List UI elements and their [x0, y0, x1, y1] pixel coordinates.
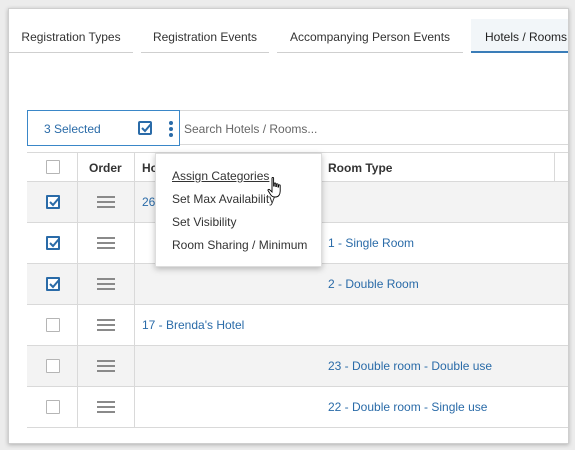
table-row[interactable]: 2 - Double Room 2: [27, 264, 568, 305]
room-type-link[interactable]: 23 - Double room - Double use: [328, 359, 492, 373]
drag-handle-icon[interactable]: [97, 237, 115, 251]
actions-menu: Assign Categories Set Max Availability S…: [155, 153, 322, 267]
row-checkbox[interactable]: [46, 359, 60, 373]
header-room-type: Room Type: [328, 161, 393, 175]
menu-item-set-visibility[interactable]: Set Visibility: [156, 214, 321, 237]
select-all-checkbox[interactable]: [138, 121, 152, 135]
tab-registration-types[interactable]: Registration Types: [9, 19, 133, 53]
selection-box[interactable]: 3 Selected: [27, 110, 180, 146]
tab-bar: Registration Types Registration Events A…: [9, 19, 568, 53]
drag-handle-icon[interactable]: [97, 196, 115, 210]
row-checkbox[interactable]: [46, 277, 60, 291]
drag-handle-icon[interactable]: [97, 278, 115, 292]
tab-label: Registration Types: [21, 30, 121, 44]
drag-handle-icon[interactable]: [97, 319, 115, 333]
menu-item-room-sharing-minimum[interactable]: Room Sharing / Minimum: [156, 237, 321, 260]
more-actions-icon[interactable]: [168, 121, 174, 137]
table-row[interactable]: 22 - Double room - Single use 2: [27, 387, 568, 428]
window: Registration Types Registration Events A…: [8, 8, 569, 444]
selected-count: 3 Selected: [44, 122, 101, 136]
hotel-link[interactable]: 17 - Brenda's Hotel: [142, 318, 244, 332]
drag-handle-icon[interactable]: [97, 401, 115, 415]
menu-item-assign-categories[interactable]: Assign Categories: [156, 168, 321, 191]
header-order: Order: [89, 161, 122, 175]
tab-label: Accompanying Person Events: [289, 30, 451, 44]
row-checkbox[interactable]: [46, 318, 60, 332]
tab-hotels-rooms[interactable]: Hotels / Rooms: [471, 19, 568, 53]
drag-handle-icon[interactable]: [97, 360, 115, 374]
row-checkbox[interactable]: [46, 195, 60, 209]
room-type-link[interactable]: 1 - Single Room: [328, 236, 414, 250]
row-checkbox[interactable]: [46, 400, 60, 414]
search-input[interactable]: [184, 119, 564, 139]
tab-accompanying-person-events[interactable]: Accompanying Person Events: [277, 19, 463, 53]
table-row[interactable]: 17 - Brenda's Hotel: [27, 305, 568, 346]
tab-label: Hotels / Rooms: [484, 30, 568, 44]
hotel-link[interactable]: 26: [142, 195, 155, 209]
table-row[interactable]: 23 - Double room - Double use 2: [27, 346, 568, 387]
tab-registration-events[interactable]: Registration Events: [141, 19, 269, 53]
hand-cursor-icon: [267, 177, 281, 198]
row-checkbox[interactable]: [46, 236, 60, 250]
room-type-link[interactable]: 22 - Double room - Single use: [328, 400, 487, 414]
menu-item-set-max-availability[interactable]: Set Max Availability: [156, 191, 321, 214]
tab-label: Registration Events: [152, 30, 258, 44]
room-type-link[interactable]: 2 - Double Room: [328, 277, 419, 291]
header-checkbox[interactable]: [46, 160, 60, 174]
toolbar: 3 Selected: [27, 110, 568, 146]
